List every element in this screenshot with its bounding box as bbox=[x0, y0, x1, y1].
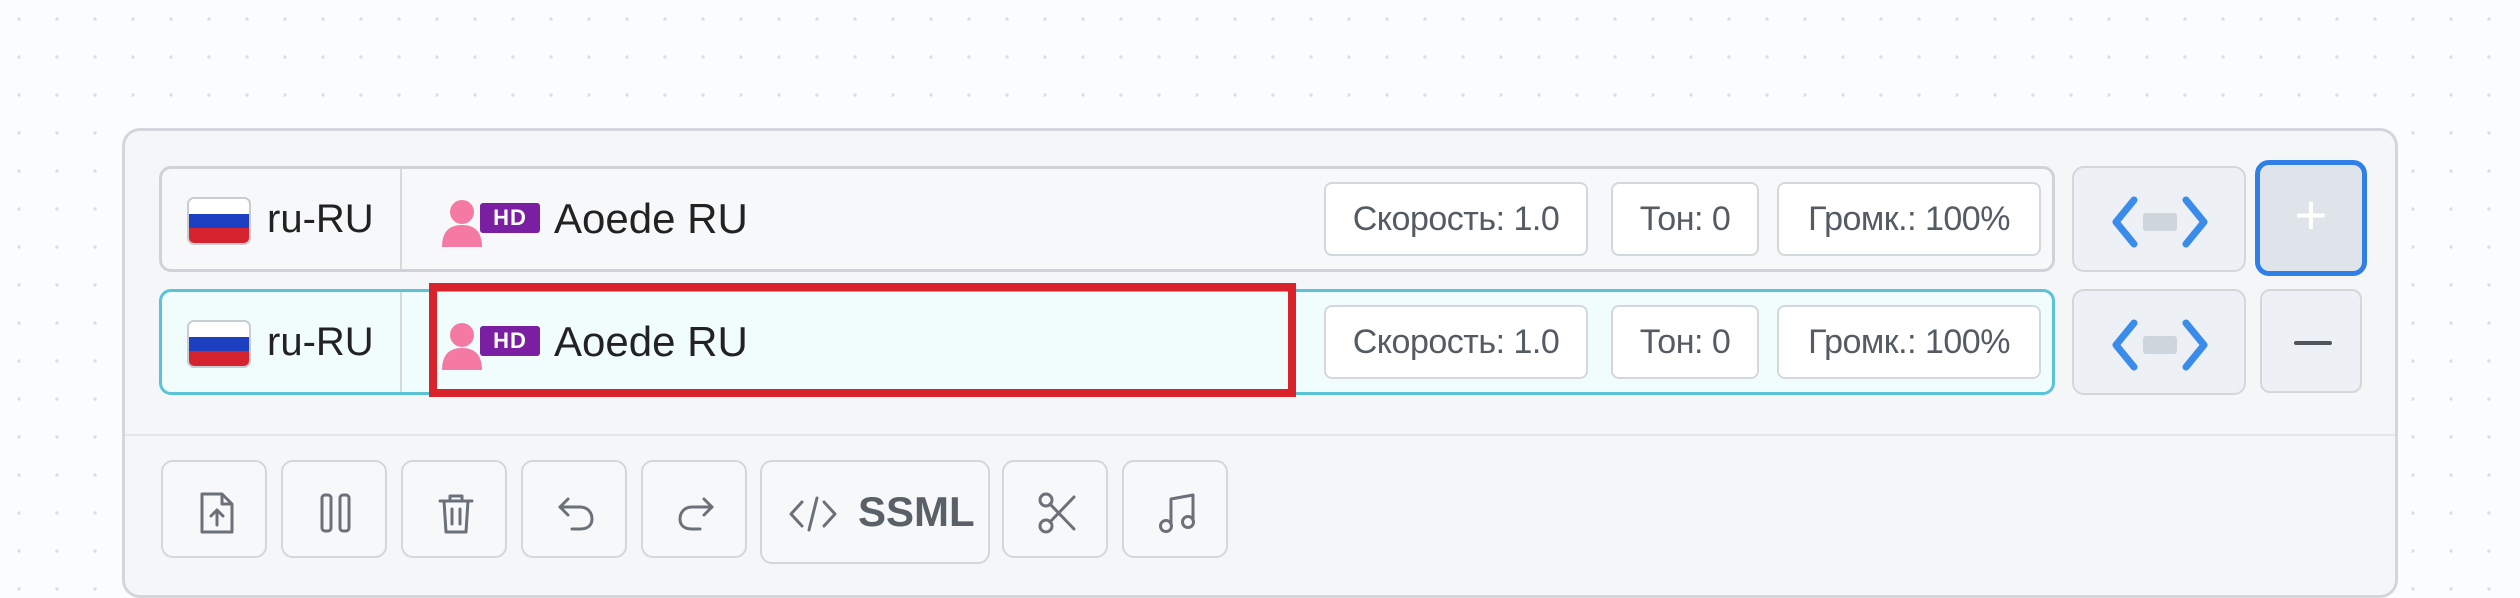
voice-name: Aoede RU bbox=[554, 195, 748, 242]
tone-control[interactable]: Тон: 0 bbox=[1611, 182, 1759, 256]
undo-icon bbox=[558, 497, 594, 531]
trash-icon bbox=[438, 494, 474, 534]
female-voice-icon bbox=[442, 323, 482, 370]
add-voice-button[interactable]: + bbox=[2255, 160, 2367, 276]
delete-button[interactable] bbox=[401, 460, 507, 558]
music-button[interactable] bbox=[1122, 460, 1228, 558]
russia-flag-icon bbox=[187, 197, 251, 245]
russia-flag-icon bbox=[187, 320, 251, 368]
undo-button[interactable] bbox=[521, 460, 627, 558]
volume-control[interactable]: Громк.: 100% bbox=[1777, 182, 2041, 256]
hd-badge: HD bbox=[480, 203, 540, 233]
ssml-button[interactable]: SSML bbox=[760, 460, 990, 564]
music-note-icon bbox=[1159, 493, 1195, 533]
code-icon bbox=[789, 496, 837, 532]
scissors-icon bbox=[1038, 492, 1076, 534]
tone-control[interactable]: Тон: 0 bbox=[1611, 305, 1759, 379]
speed-control[interactable]: Скорость: 1.0 bbox=[1324, 182, 1588, 256]
ssml-label: SSML bbox=[858, 488, 975, 535]
upload-file-button[interactable] bbox=[161, 460, 267, 558]
pause-button[interactable] bbox=[281, 460, 387, 558]
voice-name: Aoede RU bbox=[554, 318, 748, 365]
speed-control[interactable]: Скорость: 1.0 bbox=[1324, 305, 1588, 379]
remove-voice-button[interactable] bbox=[2260, 289, 2362, 393]
language-selector[interactable]: ru-RU bbox=[162, 169, 402, 269]
minus-icon bbox=[2294, 341, 2332, 345]
file-upload-icon bbox=[200, 492, 234, 534]
voice-row[interactable]: ru-RU HD Aoede RU Скорость: 1.0 Тон: 0 Г… bbox=[159, 289, 2055, 395]
insert-break-button[interactable] bbox=[2072, 289, 2246, 395]
language-code: ru-RU bbox=[267, 320, 374, 364]
pause-icon bbox=[320, 493, 351, 533]
voice-row[interactable]: ru-RU HD Aoede RU Скорость: 1.0 Тон: 0 Г… bbox=[159, 166, 2055, 272]
language-code: ru-RU bbox=[267, 197, 374, 241]
redo-button[interactable] bbox=[641, 460, 747, 558]
female-voice-icon bbox=[442, 200, 482, 247]
panel-divider bbox=[125, 434, 2395, 436]
redo-icon bbox=[678, 497, 714, 531]
hd-badge: HD bbox=[480, 326, 540, 356]
volume-control[interactable]: Громк.: 100% bbox=[1777, 305, 2041, 379]
split-button[interactable] bbox=[1002, 460, 1108, 558]
language-selector[interactable]: ru-RU bbox=[162, 292, 402, 392]
insert-break-button[interactable] bbox=[2072, 166, 2246, 272]
code-brackets-icon bbox=[2112, 319, 2208, 371]
code-brackets-icon bbox=[2112, 196, 2208, 248]
